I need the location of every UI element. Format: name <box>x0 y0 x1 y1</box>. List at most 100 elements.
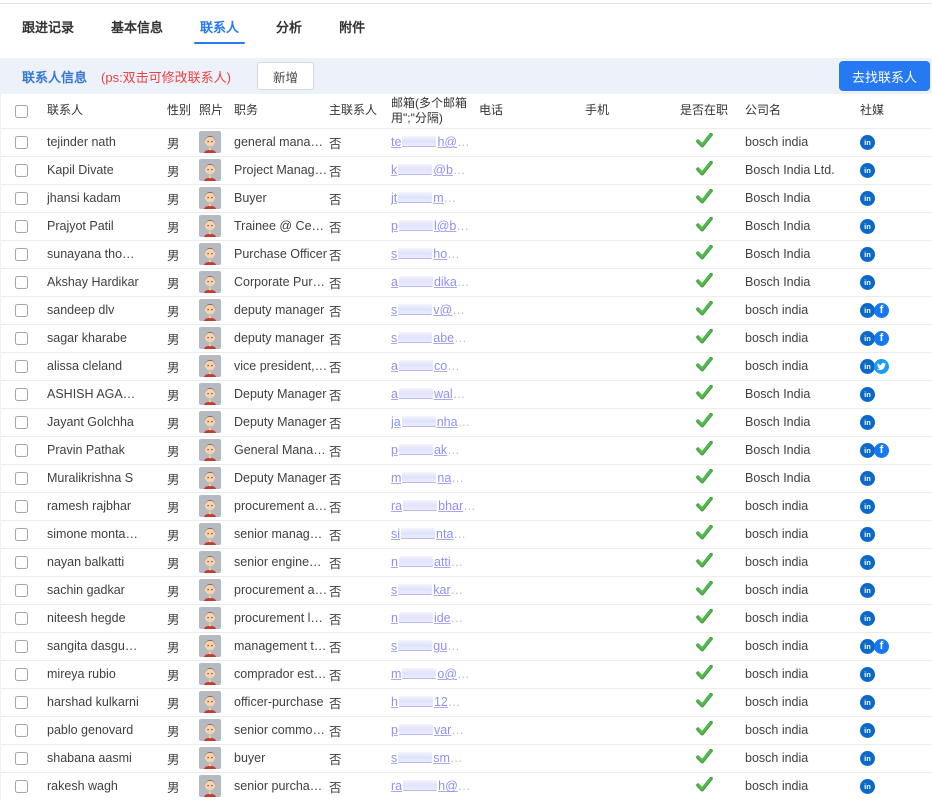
row-checkbox[interactable] <box>15 472 28 485</box>
row-checkbox[interactable] <box>15 136 28 149</box>
row-checkbox[interactable] <box>15 388 28 401</box>
row-checkbox[interactable] <box>15 164 28 177</box>
linkedin-icon[interactable]: in <box>860 471 875 486</box>
table-row[interactable]: ramesh rajbhar 男 procurement a… 否 rabhar… <box>1 492 932 520</box>
contact-email-link[interactable]: natti <box>391 555 451 569</box>
contact-email-link[interactable]: mna <box>391 471 451 485</box>
linkedin-icon[interactable]: in <box>860 583 875 598</box>
row-checkbox[interactable] <box>15 528 28 541</box>
contact-email-link[interactable]: pvar <box>391 723 451 737</box>
contact-email-link[interactable]: sabe <box>391 331 454 345</box>
linkedin-icon[interactable]: in <box>860 387 875 402</box>
contact-email-link[interactable]: awal <box>391 387 453 401</box>
linkedin-icon[interactable]: in <box>860 303 875 318</box>
row-checkbox[interactable] <box>15 276 28 289</box>
add-contact-button[interactable]: 新增 <box>257 62 314 90</box>
table-row[interactable]: niteesh hegde 男 procurement l… 否 nide… <box>1 604 932 632</box>
linkedin-icon[interactable]: in <box>860 723 875 738</box>
tab-basic-info[interactable]: 基本信息 <box>111 4 163 48</box>
table-row[interactable]: Muralikrishna S 男 Deputy Manager 否 mna… <box>1 464 932 492</box>
contact-email-link[interactable]: rah@ <box>391 779 458 793</box>
contact-email-link[interactable]: mo@ <box>391 667 457 681</box>
twitter-icon[interactable] <box>874 359 889 374</box>
linkedin-icon[interactable]: in <box>860 779 875 794</box>
table-row[interactable]: sandeep dlv 男 deputy manager 否 sv@… <box>1 296 932 324</box>
table-row[interactable]: harshad kulkarni 男 officer-purchase 否 h1… <box>1 688 932 716</box>
row-checkbox[interactable] <box>15 248 28 261</box>
tab-attachments[interactable]: 附件 <box>339 4 365 48</box>
tab-follow-records[interactable]: 跟进记录 <box>22 4 74 48</box>
contact-email-link[interactable]: nide <box>391 611 451 625</box>
select-all-checkbox[interactable] <box>15 105 28 118</box>
linkedin-icon[interactable]: in <box>860 359 875 374</box>
row-checkbox[interactable] <box>15 220 28 233</box>
table-row[interactable]: rakesh wagh 男 senior purcha… 否 rah@… <box>1 772 932 800</box>
linkedin-icon[interactable]: in <box>860 219 875 234</box>
linkedin-icon[interactable]: in <box>860 527 875 542</box>
table-row[interactable]: mireya rubio 男 comprador est… 否 mo@… <box>1 660 932 688</box>
linkedin-icon[interactable]: in <box>860 695 875 710</box>
find-contacts-button[interactable]: 去找联系人 <box>839 61 930 91</box>
row-checkbox[interactable] <box>15 416 28 429</box>
facebook-icon[interactable]: f <box>874 443 889 458</box>
row-checkbox[interactable] <box>15 752 28 765</box>
contact-email-link[interactable]: skar <box>391 583 451 597</box>
table-row[interactable]: sachin gadkar 男 procurement a… 否 skar… <box>1 576 932 604</box>
contact-email-link[interactable]: jtm <box>391 191 444 205</box>
table-row[interactable]: sunayana tho… 男 Purchase Officer 否 sho… <box>1 240 932 268</box>
row-checkbox[interactable] <box>15 332 28 345</box>
table-row[interactable]: sangita dasgu… 男 management t… 否 sgu… <box>1 632 932 660</box>
table-row[interactable]: jhansi kadam 男 Buyer 否 jtm… <box>1 184 932 212</box>
linkedin-icon[interactable]: in <box>860 667 875 682</box>
row-checkbox[interactable] <box>15 304 28 317</box>
contact-email-link[interactable]: sv@ <box>391 303 452 317</box>
row-checkbox[interactable] <box>15 668 28 681</box>
contact-email-link[interactable]: rabhar <box>391 499 463 513</box>
linkedin-icon[interactable]: in <box>860 499 875 514</box>
row-checkbox[interactable] <box>15 612 28 625</box>
table-row[interactable]: ASHISH AGA… 男 Deputy Manager 否 awal… <box>1 380 932 408</box>
tab-contacts[interactable]: 联系人 <box>200 4 239 48</box>
contact-email-link[interactable]: ssm <box>391 751 450 765</box>
table-row[interactable]: Akshay Hardikar 男 Corporate Pur… 否 adika… <box>1 268 932 296</box>
contact-email-link[interactable]: adika <box>391 275 457 289</box>
row-checkbox[interactable] <box>15 584 28 597</box>
table-row[interactable]: Kapil Divate 男 Project Manag… 否 k@b… <box>1 156 932 184</box>
contact-email-link[interactable]: h12 <box>391 695 448 709</box>
linkedin-icon[interactable]: in <box>860 639 875 654</box>
linkedin-icon[interactable]: in <box>860 415 875 430</box>
row-checkbox[interactable] <box>15 640 28 653</box>
linkedin-icon[interactable]: in <box>860 611 875 626</box>
table-row[interactable]: sagar kharabe 男 deputy manager 否 sabe… <box>1 324 932 352</box>
tab-analysis[interactable]: 分析 <box>276 4 302 48</box>
table-row[interactable]: simone monta… 男 senior manag… 否 sinta… <box>1 520 932 548</box>
table-row[interactable]: pablo genovard 男 senior commo… 否 pvar… <box>1 716 932 744</box>
contact-email-link[interactable]: aco <box>391 359 447 373</box>
table-row[interactable]: Prajyot Patil 男 Trainee @ Ce… 否 pl@b… <box>1 212 932 240</box>
linkedin-icon[interactable]: in <box>860 163 875 178</box>
row-checkbox[interactable] <box>15 696 28 709</box>
contact-email-link[interactable]: sgu <box>391 639 447 653</box>
contact-email-link[interactable]: teh@ <box>391 135 457 149</box>
linkedin-icon[interactable]: in <box>860 135 875 150</box>
contact-email-link[interactable]: janha <box>391 415 458 429</box>
row-checkbox[interactable] <box>15 556 28 569</box>
table-row[interactable]: Jayant Golchha 男 Deputy Manager 否 janha… <box>1 408 932 436</box>
row-checkbox[interactable] <box>15 780 28 793</box>
contact-email-link[interactable]: k@b <box>391 163 453 177</box>
facebook-icon[interactable]: f <box>874 639 889 654</box>
facebook-icon[interactable]: f <box>874 303 889 318</box>
linkedin-icon[interactable]: in <box>860 555 875 570</box>
linkedin-icon[interactable]: in <box>860 191 875 206</box>
table-row[interactable]: Pravin Pathak 男 General Mana… 否 pak… <box>1 436 932 464</box>
linkedin-icon[interactable]: in <box>860 443 875 458</box>
row-checkbox[interactable] <box>15 724 28 737</box>
linkedin-icon[interactable]: in <box>860 247 875 262</box>
row-checkbox[interactable] <box>15 192 28 205</box>
linkedin-icon[interactable]: in <box>860 331 875 346</box>
contact-email-link[interactable]: sinta <box>391 527 453 541</box>
table-row[interactable]: nayan balkatti 男 senior engine… 否 natti… <box>1 548 932 576</box>
row-checkbox[interactable] <box>15 500 28 513</box>
table-row[interactable]: alissa cleland 男 vice president,… 否 aco… <box>1 352 932 380</box>
contact-email-link[interactable]: pak <box>391 443 447 457</box>
